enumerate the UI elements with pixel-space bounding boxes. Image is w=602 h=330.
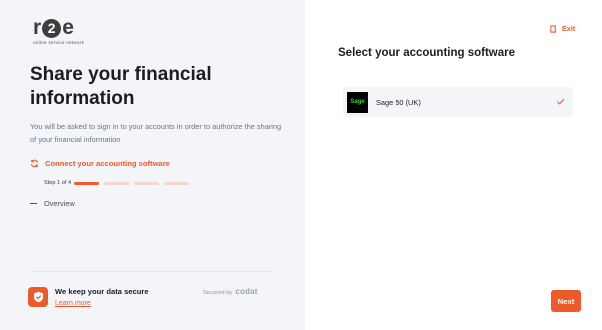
page-description: You will be asked to sign in to your acc… [30, 122, 282, 144]
software-title: Select your accounting software [338, 47, 516, 59]
overview-step-label: Overview [44, 199, 75, 208]
page-title: Share your financial information [30, 64, 212, 109]
exit-icon [550, 24, 557, 33]
software-option-sage-50[interactable]: Sage Sage 50 (UK) [343, 87, 573, 117]
progress-segment [104, 182, 129, 185]
current-step: Connect your accounting software [30, 159, 170, 168]
logo-tagline: online service network [33, 40, 85, 45]
progress-segment [134, 182, 159, 185]
current-step-label: Connect your accounting software [45, 159, 170, 168]
codat-logo: codat [235, 287, 258, 296]
exit-label: Exit [562, 24, 576, 33]
secured-by-badge: Secured by codat [203, 287, 258, 296]
learn-more-link[interactable]: Learn more [55, 300, 91, 307]
next-button[interactable]: Next [551, 290, 581, 312]
step-progress [74, 182, 194, 185]
sync-icon [30, 159, 39, 168]
secured-by-label: Secured by [203, 290, 233, 296]
logo-letter-2: 2 [42, 18, 62, 38]
logo-letter-e: e [62, 16, 74, 39]
left-panel: r 2 e online service network Share your … [0, 0, 305, 330]
next-step: Overview [30, 199, 75, 208]
dash-icon [30, 202, 37, 205]
check-icon [556, 98, 565, 105]
logo-letter-r: r [33, 16, 42, 39]
progress-segment [164, 182, 189, 185]
sage-logo-text: Sage [350, 99, 365, 105]
divider [30, 271, 273, 272]
security-title: We keep your data secure [55, 287, 149, 296]
progress-segment [74, 182, 99, 185]
sage-logo: Sage [347, 91, 368, 113]
software-name: Sage 50 (UK) [376, 97, 421, 107]
exit-button[interactable]: Exit [550, 24, 575, 33]
shield-icon [28, 287, 48, 307]
r2e-logo: r 2 e online service network [33, 16, 103, 48]
step-counter: Step 1 of 4 [44, 180, 72, 186]
